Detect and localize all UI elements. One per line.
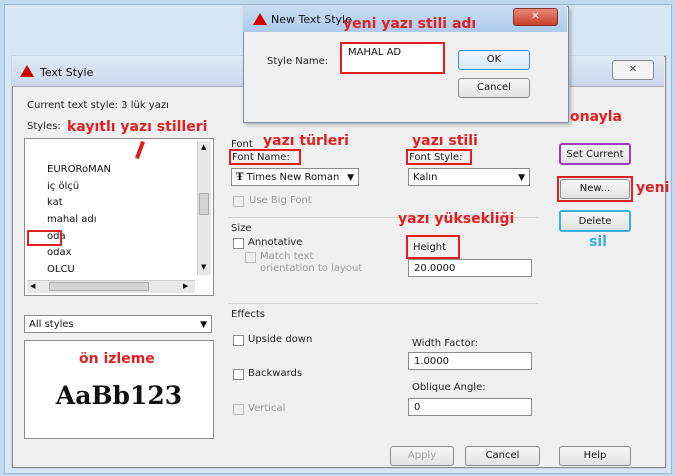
ok-button[interactable]: OK — [458, 50, 530, 70]
height-value: 20.0000 — [414, 263, 456, 274]
highlight-new — [557, 176, 633, 202]
styles-filter-value: All styles — [29, 319, 74, 330]
font-name-select[interactable]: Ŧ Times New Roman ▼ — [231, 168, 359, 186]
width-factor-input[interactable]: 1.0000 — [408, 352, 532, 370]
annotation-new: yeni — [636, 180, 670, 196]
backwards-label: Backwards — [248, 368, 303, 379]
horizontal-scrollbar[interactable]: ◀ ▶ — [27, 280, 195, 293]
list-item[interactable]: kat — [47, 197, 63, 208]
cancel-button[interactable]: Cancel — [465, 446, 540, 466]
style-name-label: Style Name: — [267, 56, 329, 67]
upside-down-checkbox[interactable] — [233, 335, 244, 346]
width-factor-label: Width Factor: — [412, 338, 479, 349]
highlight-height — [406, 235, 460, 259]
font-name-value: Times New Roman — [246, 172, 340, 183]
annotation-confirm: onayla — [570, 109, 622, 125]
list-item[interactable]: iç ölçü — [47, 181, 79, 192]
delete-button[interactable]: Delete — [559, 210, 631, 232]
styles-list[interactable]: EURORoMAN iç ölçü kat mahal adı oda odax… — [24, 138, 214, 296]
upside-down-label: Upside down — [248, 334, 313, 345]
highlight-font-name — [229, 149, 301, 165]
font-style-select[interactable]: Kalın ▼ — [408, 168, 530, 186]
divider — [228, 303, 538, 304]
size-section-label: Size — [231, 223, 252, 234]
current-text-style: Current text style: 3 lük yazı — [27, 100, 169, 111]
text-style-title: Text Style — [40, 66, 94, 79]
vertical-checkbox[interactable] — [233, 404, 244, 415]
styles-label: Styles: — [27, 121, 61, 132]
list-item[interactable]: EURORoMAN — [47, 164, 111, 175]
scroll-right-icon[interactable]: ▶ — [183, 282, 188, 290]
chevron-down-icon: ▼ — [518, 173, 525, 183]
use-big-font-label: Use Big Font — [249, 195, 312, 206]
warning-icon — [253, 13, 267, 25]
annotation-delete: sil — [589, 234, 607, 250]
highlight-style-name — [340, 42, 445, 74]
new-text-style-title: New Text Style — [271, 13, 352, 26]
highlight-oda — [27, 230, 62, 246]
scroll-thumb[interactable] — [199, 193, 209, 215]
scroll-down-icon[interactable]: ▼ — [201, 263, 206, 271]
annotation-font-types: yazı türleri — [263, 133, 349, 149]
help-button[interactable]: Help — [559, 446, 631, 466]
close-button[interactable]: ✕ — [612, 60, 654, 80]
effects-section-label: Effects — [231, 309, 265, 320]
apply-button[interactable]: Apply — [390, 446, 454, 466]
match-orientation-label: Match text orientation to layout — [260, 251, 363, 274]
scroll-left-icon[interactable]: ◀ — [30, 282, 35, 290]
oblique-angle-input[interactable]: 0 — [408, 398, 532, 416]
vertical-scrollbar[interactable]: ▲ ▼ — [197, 141, 211, 275]
annotative-label: Annotative — [248, 237, 303, 248]
height-input[interactable]: 20.0000 — [408, 259, 532, 277]
oblique-angle-value: 0 — [414, 402, 421, 413]
hscroll-thumb[interactable] — [49, 282, 149, 291]
preview-text: AaBb123 — [55, 381, 183, 410]
list-item[interactable]: odax — [47, 247, 72, 258]
annotative-checkbox[interactable] — [233, 238, 244, 249]
annotation-new-style-name: yeni yazı stili adı — [343, 16, 477, 32]
oblique-angle-label: Oblique Angle: — [412, 382, 486, 393]
chevron-down-icon: ▼ — [347, 173, 354, 183]
match-orientation-checkbox[interactable] — [245, 252, 256, 263]
annotation-height: yazı yüksekliği — [398, 211, 515, 227]
warning-icon — [20, 65, 34, 77]
cancel-button[interactable]: Cancel — [458, 78, 530, 98]
close-button[interactable]: ✕ — [513, 8, 558, 26]
chevron-down-icon: ▼ — [200, 320, 207, 330]
highlight-font-style — [406, 149, 472, 165]
annotation-preview: ön izleme — [79, 351, 155, 367]
list-item[interactable]: OLCU — [47, 264, 75, 275]
use-big-font-checkbox[interactable] — [233, 196, 244, 207]
width-factor-value: 1.0000 — [414, 356, 449, 367]
scroll-up-icon[interactable]: ▲ — [201, 143, 206, 151]
annotation-saved-styles: kayıtlı yazı stilleri — [67, 119, 208, 135]
vertical-label: Vertical — [248, 403, 286, 414]
list-item[interactable]: mahal adı — [47, 214, 97, 225]
annotation-font-style: yazı stili — [412, 133, 478, 149]
set-current-button[interactable]: Set Current — [559, 143, 631, 165]
styles-filter-select[interactable]: All styles ▼ — [24, 315, 212, 333]
font-style-value: Kalın — [413, 172, 438, 183]
truetype-icon: Ŧ — [236, 172, 244, 183]
backwards-checkbox[interactable] — [233, 369, 244, 380]
